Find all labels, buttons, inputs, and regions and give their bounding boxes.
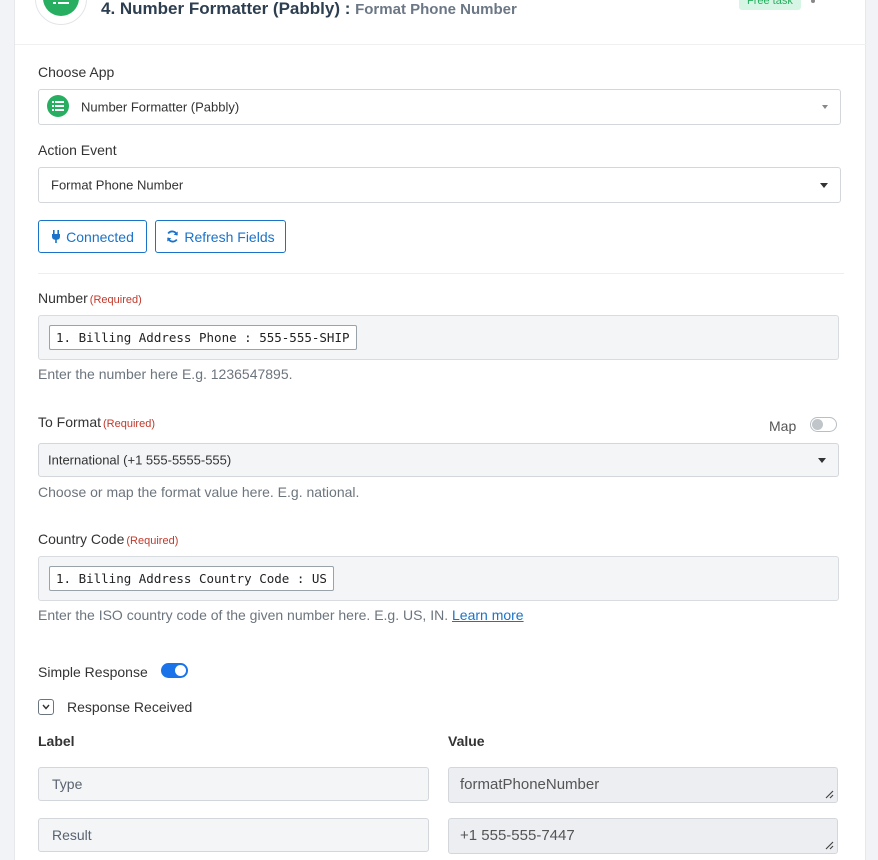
action-event-select[interactable]: Format Phone Number: [38, 167, 841, 203]
connected-button[interactable]: Connected: [38, 220, 147, 253]
number-label: Number (Required): [38, 290, 142, 306]
chevron-down-icon: [820, 183, 828, 188]
simple-response-toggle[interactable]: [161, 663, 188, 678]
country-code-label: Country Code (Required): [38, 531, 178, 547]
mapped-field-chip[interactable]: 1. Billing Address Phone : 555-555-SHIP: [49, 325, 357, 350]
chevron-down-icon: [822, 105, 828, 109]
choose-app-value: Number Formatter (Pabbly): [81, 99, 240, 115]
response-value-text: +1 555-555-7447: [460, 827, 575, 844]
toggle-knob: [175, 665, 186, 676]
response-label-cell: Type: [38, 767, 429, 801]
learn-more-link[interactable]: Learn more: [452, 607, 524, 623]
step-header: 4. Number Formatter (Pabbly) : Format Ph…: [15, 0, 867, 45]
choose-app-select[interactable]: Number Formatter (Pabbly): [38, 89, 841, 125]
more-options-icon[interactable]: [811, 0, 815, 3]
section-divider: [38, 273, 844, 274]
list-icon: [53, 2, 69, 4]
required-marker: (Required): [103, 418, 155, 430]
refresh-fields-button[interactable]: Refresh Fields: [155, 220, 286, 253]
step-title: 4. Number Formatter (Pabbly) : Format Ph…: [101, 0, 517, 19]
resize-handle-icon[interactable]: [825, 841, 834, 850]
connected-label: Connected: [66, 228, 134, 245]
action-event-value: Format Phone Number: [51, 177, 184, 193]
country-code-help-body: Enter the ISO country code of the given …: [38, 607, 449, 623]
to-format-help-text: Choose or map the format value here. E.g…: [38, 484, 360, 500]
label-column-header: Label: [38, 733, 75, 749]
number-formatter-app-icon: [47, 95, 69, 117]
chevron-down-icon: [818, 458, 826, 463]
refresh-icon: [167, 230, 179, 243]
step-subtitle: Format Phone Number: [355, 1, 517, 18]
response-label-cell: Result: [38, 818, 429, 852]
mapped-field-chip[interactable]: 1. Billing Address Country Code : US: [49, 566, 334, 591]
plug-icon: [52, 230, 61, 243]
simple-response-label: Simple Response: [38, 664, 148, 680]
collapse-toggle[interactable]: [38, 699, 54, 715]
required-marker: (Required): [126, 535, 179, 547]
toggle-knob: [812, 419, 823, 430]
map-toggle[interactable]: [810, 417, 837, 432]
to-format-label-text: To Format: [38, 414, 102, 430]
number-label-text: Number: [38, 290, 88, 306]
required-marker: (Required): [89, 294, 142, 306]
country-code-label-text: Country Code: [38, 531, 125, 547]
to-format-value: International (+1 555-5555-555): [48, 452, 232, 468]
number-help-text: Enter the number here E.g. 1236547895.: [38, 366, 293, 382]
action-event-label: Action Event: [38, 142, 117, 158]
response-value-cell[interactable]: formatPhoneNumber: [448, 767, 838, 803]
number-input[interactable]: 1. Billing Address Phone : 555-555-SHIP: [38, 315, 839, 360]
response-value-cell[interactable]: +1 555-555-7447: [448, 818, 838, 854]
refresh-fields-label: Refresh Fields: [184, 228, 275, 245]
step-title-text: 4. Number Formatter (Pabbly) :: [101, 0, 351, 18]
to-format-label: To Format (Required): [38, 414, 155, 430]
country-code-input[interactable]: 1. Billing Address Country Code : US: [38, 556, 839, 601]
response-received-title: Response Received: [67, 699, 193, 715]
choose-app-label: Choose App: [38, 64, 115, 80]
free-task-badge: Free task: [739, 0, 801, 10]
chevron-down-icon: [42, 704, 50, 710]
map-toggle-label: Map: [769, 418, 797, 434]
action-step-card: 4. Number Formatter (Pabbly) : Format Ph…: [14, 0, 867, 860]
to-format-select[interactable]: International (+1 555-5555-555): [38, 443, 839, 477]
value-column-header: Value: [448, 733, 485, 749]
resize-handle-icon[interactable]: [825, 790, 834, 799]
country-code-help-text: Enter the ISO country code of the given …: [38, 607, 524, 623]
response-value-text: formatPhoneNumber: [460, 776, 600, 793]
step-app-icon: [35, 0, 87, 25]
